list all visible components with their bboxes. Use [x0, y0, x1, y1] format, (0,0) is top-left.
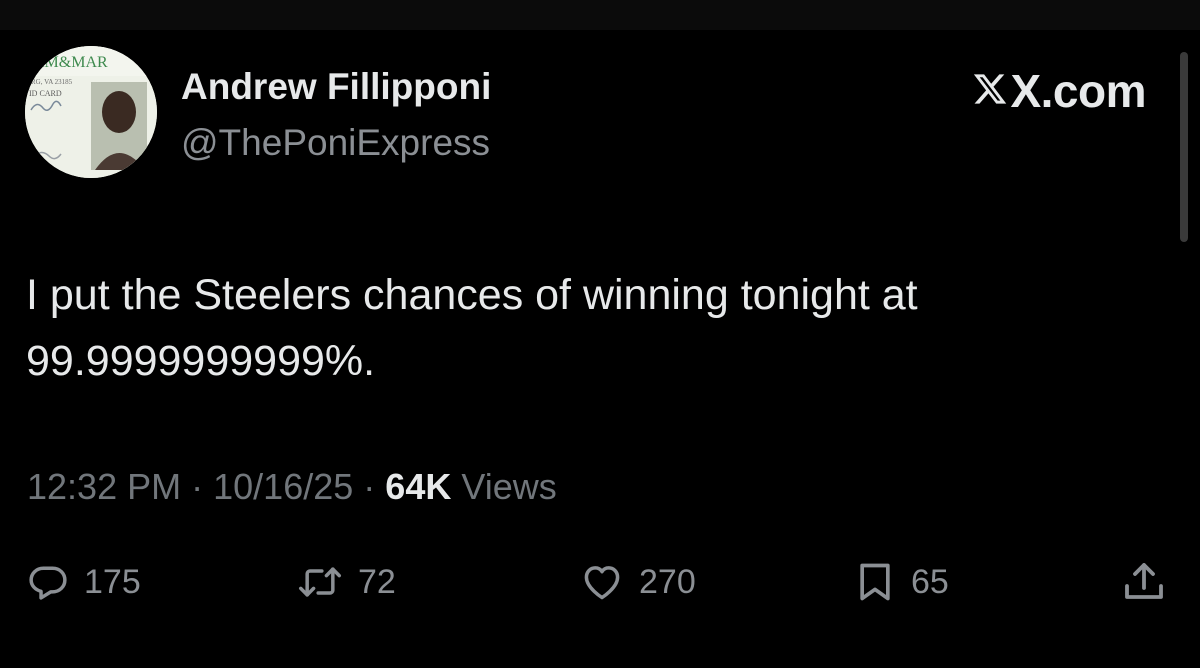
brand-logo[interactable]: X.com — [972, 64, 1146, 118]
tweet-line: 99.9999999999%. — [26, 337, 376, 385]
repost-icon — [296, 560, 344, 604]
bookmark-icon — [853, 559, 897, 605]
meta-separator: · — [191, 466, 204, 507]
like-count: 270 — [639, 562, 696, 601]
reply-button[interactable]: 175 — [26, 558, 141, 606]
avatar-text: RG, VA 23185 — [31, 78, 73, 86]
top-bar — [0, 0, 1200, 30]
tweet-date[interactable]: 10/16/25 — [213, 466, 353, 507]
repost-button[interactable]: 72 — [296, 558, 396, 606]
avatar[interactable]: AM&MAR RG, VA 23185 ID CARD — [25, 46, 157, 178]
avatar-text: ID CARD — [29, 89, 62, 98]
scrollbar[interactable] — [1180, 52, 1188, 242]
repost-count: 72 — [358, 562, 396, 601]
tweet-time[interactable]: 12:32 PM — [27, 466, 181, 507]
avatar-text: AM&MAR — [33, 54, 108, 71]
tweet-line: I put the Steelers chances of winning to… — [26, 271, 918, 319]
bookmark-button[interactable]: 65 — [853, 558, 949, 606]
tweet-text: I put the Steelers chances of winning to… — [26, 262, 1146, 394]
heart-icon — [579, 560, 625, 604]
views-count[interactable]: 64K — [385, 466, 451, 507]
tweet-meta: 12:32 PM · 10/16/25 · 64K Views — [27, 466, 557, 508]
like-button[interactable]: 270 — [579, 558, 696, 606]
bookmark-count: 65 — [911, 562, 949, 601]
brand-label: X.com — [1010, 65, 1146, 117]
author-name[interactable]: Andrew Fillipponi — [181, 66, 491, 108]
views-label[interactable]: Views — [461, 466, 556, 507]
share-icon — [1120, 558, 1168, 606]
reply-count: 175 — [84, 562, 141, 601]
author-handle[interactable]: @ThePoniExpress — [181, 122, 490, 164]
meta-separator: · — [363, 466, 376, 507]
x-logo-icon — [972, 71, 1008, 112]
reply-icon — [26, 560, 70, 604]
share-button[interactable] — [1120, 558, 1168, 606]
avatar-image: AM&MAR RG, VA 23185 ID CARD — [25, 46, 157, 178]
